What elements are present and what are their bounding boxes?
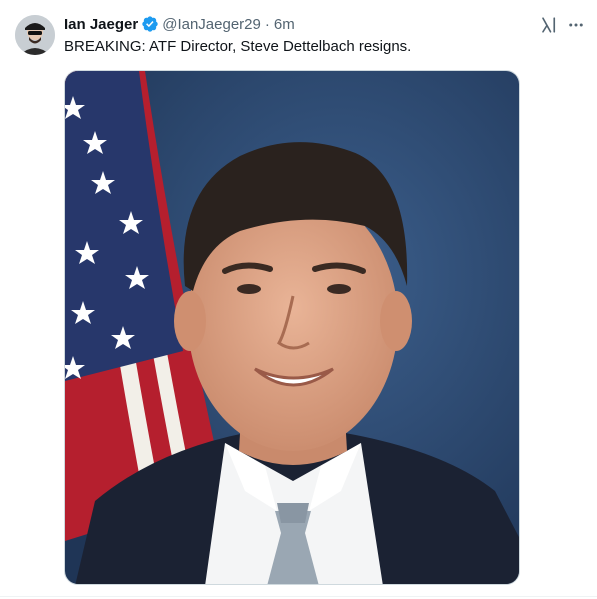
separator-dot: ·: [264, 15, 270, 33]
tweet-text: BREAKING: ATF Director, Steve Dettelbach…: [64, 38, 412, 55]
divider: [0, 596, 597, 597]
verified-badge-icon: [141, 15, 159, 33]
author-handle[interactable]: @IanJaeger29: [162, 16, 261, 33]
timestamp[interactable]: 6m: [274, 16, 295, 33]
tweet-card[interactable]: Ian Jaeger @IanJaeger29 · 6m BREAKING: A…: [0, 0, 597, 599]
grok-icon[interactable]: [538, 14, 560, 36]
author-name[interactable]: Ian Jaeger: [64, 16, 138, 33]
tweet-photo[interactable]: [64, 70, 520, 585]
more-horizontal-icon[interactable]: [565, 14, 587, 36]
avatar[interactable]: [15, 15, 55, 55]
tweet-header: Ian Jaeger @IanJaeger29 · 6m: [64, 14, 295, 34]
